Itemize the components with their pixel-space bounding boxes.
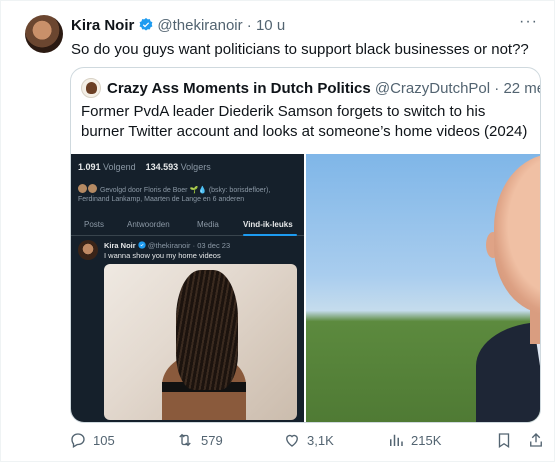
profile-tabs: Posts Antwoorden Media Vind-ik-leuks [71,216,304,236]
share-icon [530,433,542,447]
tab-likes: Vind-ik-leuks [243,220,293,229]
action-bar: 105 579 3,1K 215K [1,429,555,451]
follower-avatar [88,184,97,193]
active-tab-indicator [243,234,297,236]
reply-icon [71,433,85,448]
author-name[interactable]: Kira Noir [71,17,134,34]
quote-author-name[interactable]: Crazy Ass Moments in Dutch Politics [107,80,371,97]
inner-tweet-text: I wanna show you my home videos [104,251,221,260]
embedded-screenshot-image[interactable]: 1.091 Volgend 134.593 Volgers Gevolgd do… [71,154,304,422]
following-count: 1.091 [78,162,101,172]
inner-tweet-header: Kira Noir @thekiranoir · 03 dec 23 [104,241,230,250]
inner-author-handle: @thekiranoir [147,241,191,250]
verified-badge-icon [138,241,146,250]
verified-badge-icon [138,17,154,38]
views-icon [390,434,403,446]
quote-author-avatar[interactable] [81,78,101,98]
separator-dot: · [246,17,252,34]
reply-button[interactable]: 105 [69,429,115,451]
followed-by: Gevolgd door Floris de Boer 🌱💧 (bsky: bo… [78,184,300,204]
profile-stats: 1.091 Volgend 134.593 Volgers [78,162,211,172]
bookmark-icon [498,433,510,449]
reply-count: 105 [93,432,115,448]
tab-replies: Antwoorden [127,220,170,229]
views-button[interactable]: 215K [387,429,441,451]
tweet-text: So do you guys want politicians to suppo… [71,41,529,58]
retweet-count: 579 [201,432,223,448]
followers-label: Volgers [180,162,211,172]
share-button[interactable] [527,429,551,451]
quote-media[interactable]: 1.091 Volgend 134.593 Volgers Gevolgd do… [71,154,540,422]
tweet-card[interactable]: Kira Noir @thekiranoir · 10 u ··· So do y… [0,0,555,462]
inner-author-avatar [78,240,98,260]
inner-tweet-photo [104,264,297,420]
bookmark-button[interactable] [495,429,519,451]
followers-count: 134.593 [145,162,179,172]
quoted-tweet[interactable]: Crazy Ass Moments in Dutch Politics @Cra… [70,67,541,423]
view-count: 215K [411,432,442,448]
quote-author-handle[interactable]: @CrazyDutchPol [375,80,490,97]
separator-dot: · [494,80,500,97]
tweet-time[interactable]: 10 u [256,17,285,34]
inner-author-name: Kira Noir [104,241,136,250]
retweet-icon [179,433,191,447]
more-options-icon[interactable]: ··· [519,13,538,31]
portrait-head [494,154,540,314]
author-avatar[interactable] [25,15,63,53]
followed-by-text: Gevolgd door Floris de Boer 🌱💧 (bsky: bo… [78,187,271,203]
tab-posts: Posts [84,220,105,229]
like-button[interactable]: 3,1K [283,429,334,451]
tab-media: Media [197,220,219,229]
quote-header: Crazy Ass Moments in Dutch Politics @Cra… [107,80,540,98]
tweet-header: Kira Noir @thekiranoir · 10 u [71,17,285,38]
photo-figure-hair [176,270,238,390]
inner-date: · 03 dec 23 [192,241,231,250]
like-count: 3,1K [307,432,334,448]
retweet-button[interactable]: 579 [175,429,223,451]
follower-avatar [78,184,87,193]
heart-icon [286,434,298,447]
quote-date[interactable]: 22 mei [503,80,540,97]
quote-text: Former PvdA leader Diederik Samson forge… [81,103,528,140]
author-handle[interactable]: @thekiranoir [157,17,242,34]
following-label: Volgend [103,162,136,172]
politician-portrait-photo[interactable] [306,154,540,422]
